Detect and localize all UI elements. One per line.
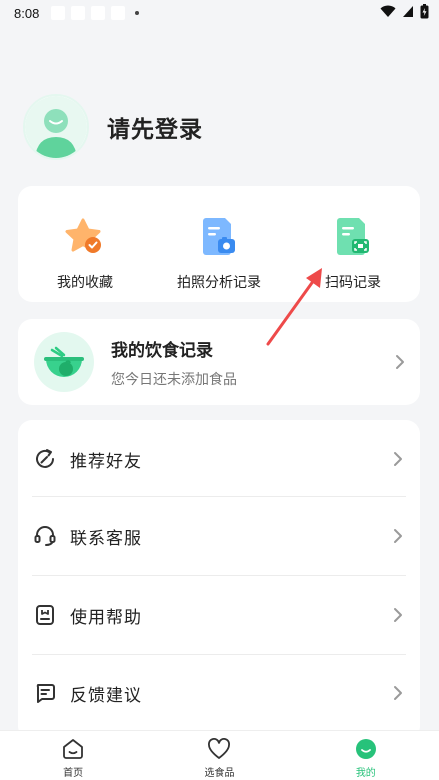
tab-home[interactable]: 首页 (0, 731, 146, 780)
menu-item-label: 使用帮助 (70, 607, 142, 628)
bottom-tab-bar: 首页 选食品 我的 (0, 730, 439, 780)
notification-icon (91, 6, 106, 20)
annotation-arrow-icon (266, 268, 322, 346)
quick-actions-card: 我的收藏 拍照分析记录 扫码记录 (18, 186, 420, 302)
menu-item-label: 反馈建议 (70, 685, 142, 706)
diet-record-subtitle: 您今日还未添加食品 (111, 371, 237, 388)
chevron-right-icon (394, 452, 402, 466)
headset-icon (32, 523, 58, 549)
tab-select-food[interactable]: 选食品 (146, 731, 292, 780)
login-prompt[interactable]: 请先登录 (107, 110, 203, 144)
notification-icon (51, 6, 66, 20)
signal-icon (403, 6, 413, 17)
tab-label: 我的 (355, 768, 376, 779)
chevron-right-icon (394, 686, 402, 700)
notification-icon (71, 6, 86, 20)
star-check-icon (65, 218, 101, 253)
favorites-button[interactable]: 我的收藏 (18, 186, 152, 302)
chevron-right-icon (396, 355, 404, 369)
default-avatar-icon (25, 96, 87, 158)
menu-item-help[interactable]: 使用帮助 (32, 576, 406, 654)
menu-item-feedback[interactable]: 反馈建议 (32, 654, 406, 732)
wifi-icon (380, 5, 396, 17)
status-time: 8:08 (14, 5, 40, 21)
battery-icon (420, 4, 429, 19)
tab-label: 选食品 (204, 768, 235, 779)
diet-record-title: 我的饮食记录 (111, 340, 213, 361)
profile-smile-icon (354, 737, 378, 761)
chevron-right-icon (394, 608, 402, 622)
tab-mine[interactable]: 我的 (293, 731, 439, 780)
notification-icon (111, 6, 126, 20)
photo-analysis-label: 拍照分析记录 (177, 275, 261, 291)
chevron-right-icon (394, 529, 402, 543)
home-icon (61, 737, 85, 761)
photo-document-icon (203, 218, 235, 255)
settings-menu-card: 推荐好友 联系客服 使用帮助 反馈建议 (18, 420, 420, 740)
scan-document-icon (337, 218, 369, 255)
more-notifications-icon (135, 11, 140, 15)
feedback-icon (32, 680, 58, 706)
share-icon (32, 446, 58, 472)
avatar[interactable] (23, 94, 89, 160)
diet-record-card[interactable]: 我的饮食记录 您今日还未添加食品 (18, 319, 420, 405)
scan-record-label: 扫码记录 (325, 275, 381, 291)
tab-label: 首页 (63, 768, 84, 779)
help-book-icon (32, 602, 58, 628)
profile-header[interactable]: 请先登录 (23, 94, 203, 160)
menu-item-recommend-friends[interactable]: 推荐好友 (32, 420, 406, 498)
menu-item-label: 联系客服 (70, 528, 142, 549)
heart-icon (207, 737, 231, 761)
status-bar: 8:08 (0, 0, 439, 26)
favorites-label: 我的收藏 (57, 275, 113, 291)
menu-item-customer-service[interactable]: 联系客服 (32, 497, 406, 575)
menu-item-label: 推荐好友 (70, 451, 142, 472)
food-bowl-icon (34, 332, 94, 392)
